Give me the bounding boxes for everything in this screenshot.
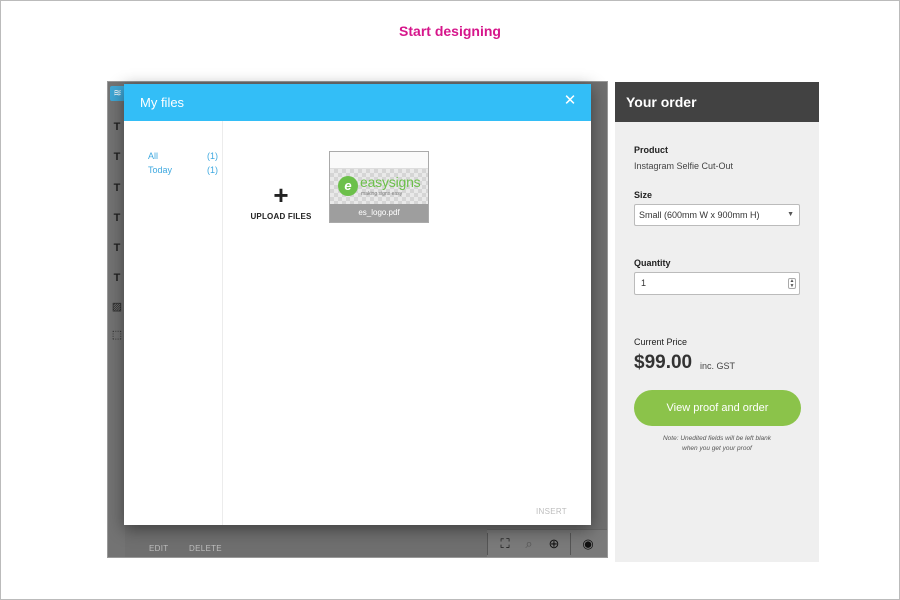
designer-bottom-toolbar: ⛶ ⌕ ⊕ ◉ <box>487 529 607 557</box>
modal-header: My files ✕ <box>124 84 591 121</box>
easysigns-logo-icon: e <box>338 176 358 196</box>
size-label: Size <box>634 190 653 200</box>
folder-item-all[interactable]: All (1) <box>148 151 218 161</box>
folder-count: (1) <box>207 151 218 161</box>
text-tool-icon[interactable]: T <box>111 211 123 225</box>
price-value: $99.00 <box>634 352 693 373</box>
file-tile[interactable]: e easysigns making signs easy es_logo.pd… <box>329 151 429 223</box>
order-panel: Your order Product Instagram Selfie Cut-… <box>615 82 819 562</box>
file-name: es_logo.pdf <box>330 204 428 222</box>
text-tool-icon[interactable]: T <box>111 120 123 134</box>
folder-label: Today <box>148 165 173 175</box>
edit-button[interactable]: EDIT <box>149 544 168 553</box>
price-label: Current Price <box>634 337 688 347</box>
chevron-down-icon: ▼ <box>787 211 794 218</box>
logo-tagline: making signs easy <box>361 191 403 197</box>
text-tool-icon[interactable]: T <box>111 150 123 164</box>
quantity-stepper[interactable]: 1 ▲ ▼ <box>634 272 800 295</box>
text-tool-icon[interactable]: T <box>111 181 123 195</box>
note-line: Note: Unedited fields will be left blank <box>662 435 772 442</box>
folder-label: All <box>148 151 159 161</box>
delete-button[interactable]: DELETE <box>189 544 222 553</box>
modal-title: My files <box>140 95 185 110</box>
size-select[interactable]: Small (600mm W x 900mm H) ▼ <box>634 204 800 226</box>
folder-sidebar: All (1) Today (1) EDIT DELETE <box>124 121 223 553</box>
my-files-modal: My files ✕ All (1) Today (1) EDIT DELETE… <box>124 84 591 553</box>
view-proof-button[interactable]: View proof and order <box>634 390 801 426</box>
zoom-out-icon[interactable]: ⌕ <box>520 535 538 553</box>
tool-strip: ≋ T T T T T T ▨ ⬚ <box>108 82 125 557</box>
close-icon[interactable]: ✕ <box>563 93 577 108</box>
order-note: Note: Unedited fields will be left blank… <box>615 434 819 454</box>
file-thumbnail: e easysigns making signs easy <box>330 169 428 204</box>
frame-tool-icon[interactable]: ⬚ <box>111 328 123 342</box>
file-thumb-header <box>330 152 428 169</box>
eye-icon[interactable]: ◉ <box>579 535 597 553</box>
quantity-value: 1 <box>641 278 647 288</box>
zoom-in-icon[interactable]: ⊕ <box>545 535 563 553</box>
fit-screen-icon[interactable]: ⛶ <box>496 535 514 553</box>
text-tool-icon[interactable]: T <box>111 271 123 285</box>
folder-item-today[interactable]: Today (1) <box>148 165 218 175</box>
logo-wordmark: easysigns <box>360 174 421 190</box>
page-title: Start designing <box>399 23 501 39</box>
plus-icon: + <box>273 180 289 210</box>
upload-files-button[interactable]: + UPLOAD FILES <box>241 182 321 232</box>
product-label: Product <box>634 145 669 155</box>
order-title: Your order <box>615 82 819 122</box>
size-select-value: Small (600mm W x 900mm H) <box>639 210 760 220</box>
product-value: Instagram Selfie Cut-Out <box>634 161 734 171</box>
note-line: when you get your proof <box>682 445 752 452</box>
text-tool-icon[interactable]: T <box>111 241 123 255</box>
quantity-label: Quantity <box>634 258 671 268</box>
toolbar-divider <box>487 533 488 555</box>
image-tool-icon[interactable]: ▨ <box>111 300 123 314</box>
spinner-icon[interactable]: ▲ ▼ <box>788 278 796 289</box>
price-suffix: inc. GST <box>700 361 736 371</box>
toolbar-divider <box>570 533 571 555</box>
layers-icon[interactable]: ≋ <box>110 86 125 101</box>
insert-button[interactable]: INSERT <box>536 507 567 516</box>
folder-count: (1) <box>207 165 218 175</box>
upload-label: UPLOAD FILES <box>250 212 312 221</box>
